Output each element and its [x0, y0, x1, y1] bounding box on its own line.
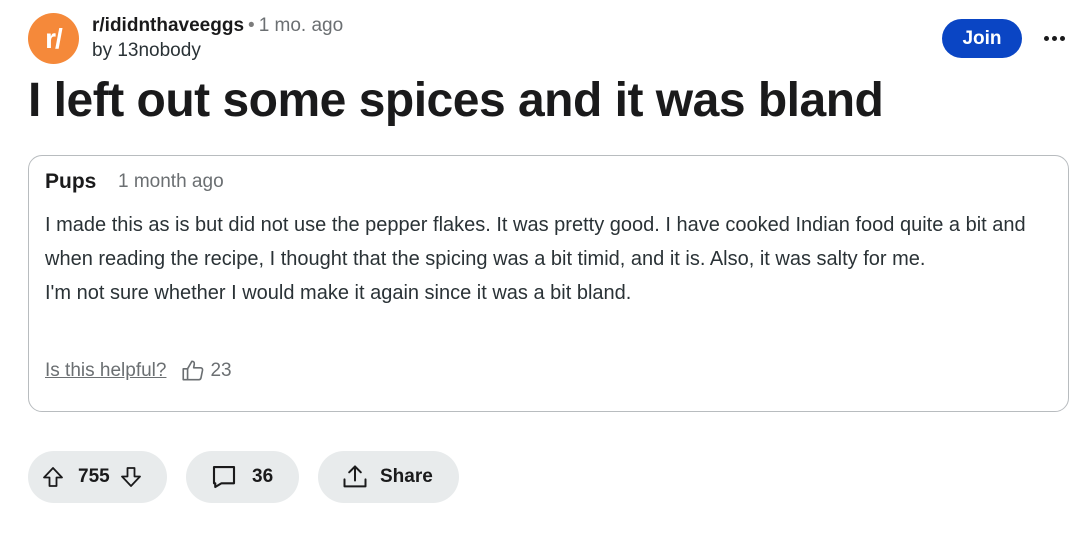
subreddit-line: r/ididnthaveeggs • 1 mo. ago	[92, 14, 343, 38]
share-icon	[340, 462, 370, 492]
share-button[interactable]: Share	[318, 451, 459, 503]
subreddit-avatar-text: r/	[45, 22, 63, 54]
thumbs-up-icon[interactable]	[180, 358, 206, 384]
subreddit-avatar-icon[interactable]: r/	[28, 13, 79, 64]
comment-body: I made this as is but did not use the pe…	[45, 208, 1055, 310]
post-author[interactable]: by 13nobody	[92, 39, 201, 63]
separator-dot: •	[248, 15, 255, 36]
post-time: 1 mo. ago	[258, 15, 344, 36]
comment-bubble-icon	[208, 461, 240, 493]
comment-time: 1 month ago	[118, 171, 224, 192]
more-options-icon[interactable]	[1040, 22, 1068, 54]
downvote-arrow-icon[interactable]	[118, 464, 144, 490]
comment-author: Pups	[45, 170, 97, 193]
post-actions: 755 36 Share	[28, 451, 468, 503]
vote-pill: 755	[28, 451, 167, 503]
subreddit-name[interactable]: r/ididnthaveeggs	[92, 15, 244, 36]
join-button[interactable]: Join	[942, 19, 1022, 58]
helpful-row: Is this helpful? 23	[45, 356, 232, 386]
helpful-link[interactable]: Is this helpful?	[45, 360, 166, 382]
upvote-arrow-icon[interactable]	[40, 464, 66, 490]
comment-card: Pups 1 month ago I made this as is but d…	[28, 155, 1069, 412]
comment-paragraph: I made this as is but did not use the pe…	[45, 214, 1026, 270]
vote-count: 755	[78, 466, 110, 487]
post-title: I left out some spices and it was bland	[28, 74, 884, 127]
share-label: Share	[380, 466, 433, 487]
comments-button[interactable]: 36	[186, 451, 299, 503]
post-header: r/ r/ididnthaveeggs • 1 mo. ago by 13nobod…	[28, 12, 1068, 68]
comment-count: 36	[252, 466, 274, 487]
helpful-count: 23	[210, 360, 232, 381]
comment-paragraph: I'm not sure whether I would make it aga…	[45, 282, 632, 304]
